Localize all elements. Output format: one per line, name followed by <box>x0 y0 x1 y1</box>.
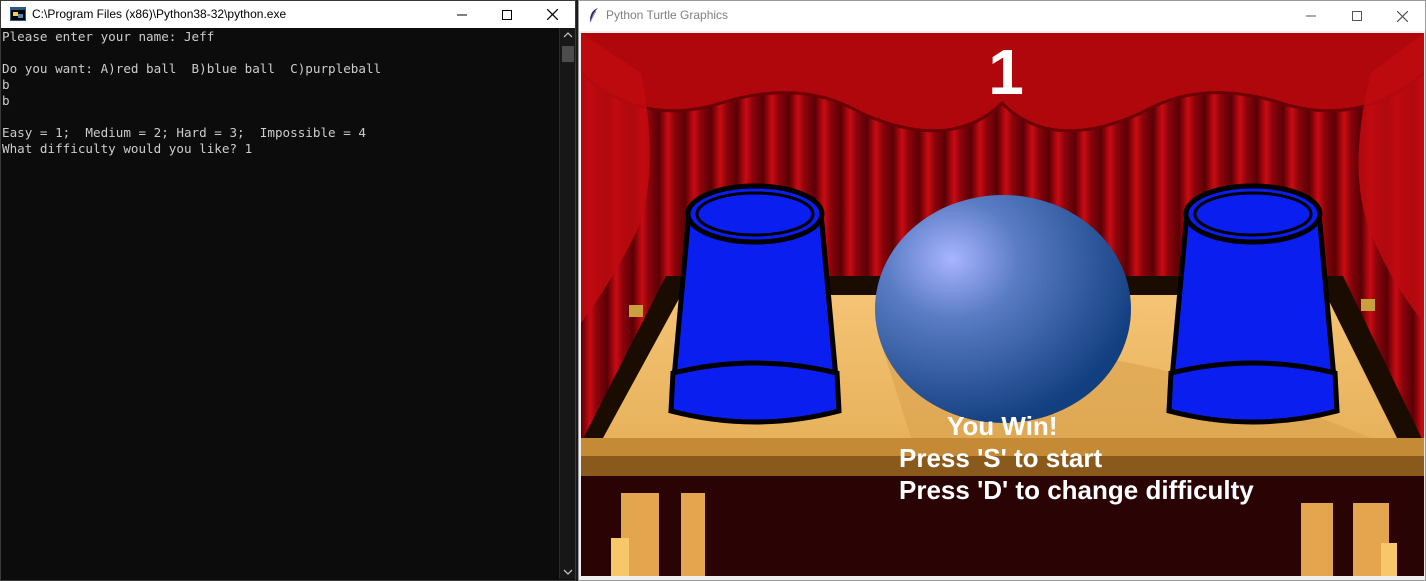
blue-ball <box>875 195 1131 423</box>
win-message: You Win! <box>947 411 1058 441</box>
minimize-icon <box>1306 15 1316 17</box>
console-titlebar[interactable]: C:\Program Files (x86)\Python38-32\pytho… <box>1 1 575 28</box>
scroll-down-icon[interactable] <box>563 569 573 575</box>
close-button[interactable] <box>1379 1 1425 31</box>
minimize-icon <box>457 14 467 15</box>
python-console-icon <box>10 7 26 21</box>
maximize-button[interactable] <box>484 1 530 28</box>
console-window: C:\Program Files (x86)\Python38-32\pytho… <box>0 0 576 581</box>
right-cup <box>1166 183 1340 425</box>
console-line: b <box>2 93 10 108</box>
scroll-up-icon[interactable] <box>563 32 573 38</box>
console-line: Please enter your name: Jeff <box>2 29 215 44</box>
minimize-button[interactable] <box>439 1 485 28</box>
turtle-canvas[interactable]: 1 You Win! Press 'S' to start Press 'D' … <box>581 33 1424 576</box>
close-button[interactable] <box>529 1 575 28</box>
close-icon <box>546 9 558 20</box>
maximize-icon <box>502 9 512 20</box>
left-cup <box>668 183 842 425</box>
score-display: 1 <box>988 36 1024 108</box>
console-output[interactable]: Please enter your name: Jeff Do you want… <box>2 29 558 574</box>
console-title: C:\Program Files (x86)\Python38-32\pytho… <box>32 7 287 21</box>
console-line: Easy = 1; Medium = 2; Hard = 3; Impossib… <box>2 125 366 140</box>
console-line: b <box>2 77 10 92</box>
turtle-window: Python Turtle Graphics 1 You Win! Press … <box>578 0 1426 581</box>
scroll-thumb[interactable] <box>562 46 574 62</box>
turtle-title: Python Turtle Graphics <box>606 8 729 22</box>
console-line: What difficulty would you like? 1 <box>2 141 253 156</box>
maximize-icon <box>1352 11 1362 21</box>
close-icon <box>1396 10 1408 22</box>
turtle-titlebar[interactable]: Python Turtle Graphics <box>579 1 1425 31</box>
console-line: Do you want: A)red ball B)blue ball C)pu… <box>2 61 382 76</box>
difficulty-instruction: Press 'D' to change difficulty <box>899 475 1254 505</box>
feather-icon <box>589 8 598 23</box>
minimize-button[interactable] <box>1288 1 1334 31</box>
start-instruction: Press 'S' to start <box>899 443 1103 473</box>
maximize-button[interactable] <box>1334 1 1380 31</box>
console-scrollbar[interactable] <box>559 28 575 579</box>
